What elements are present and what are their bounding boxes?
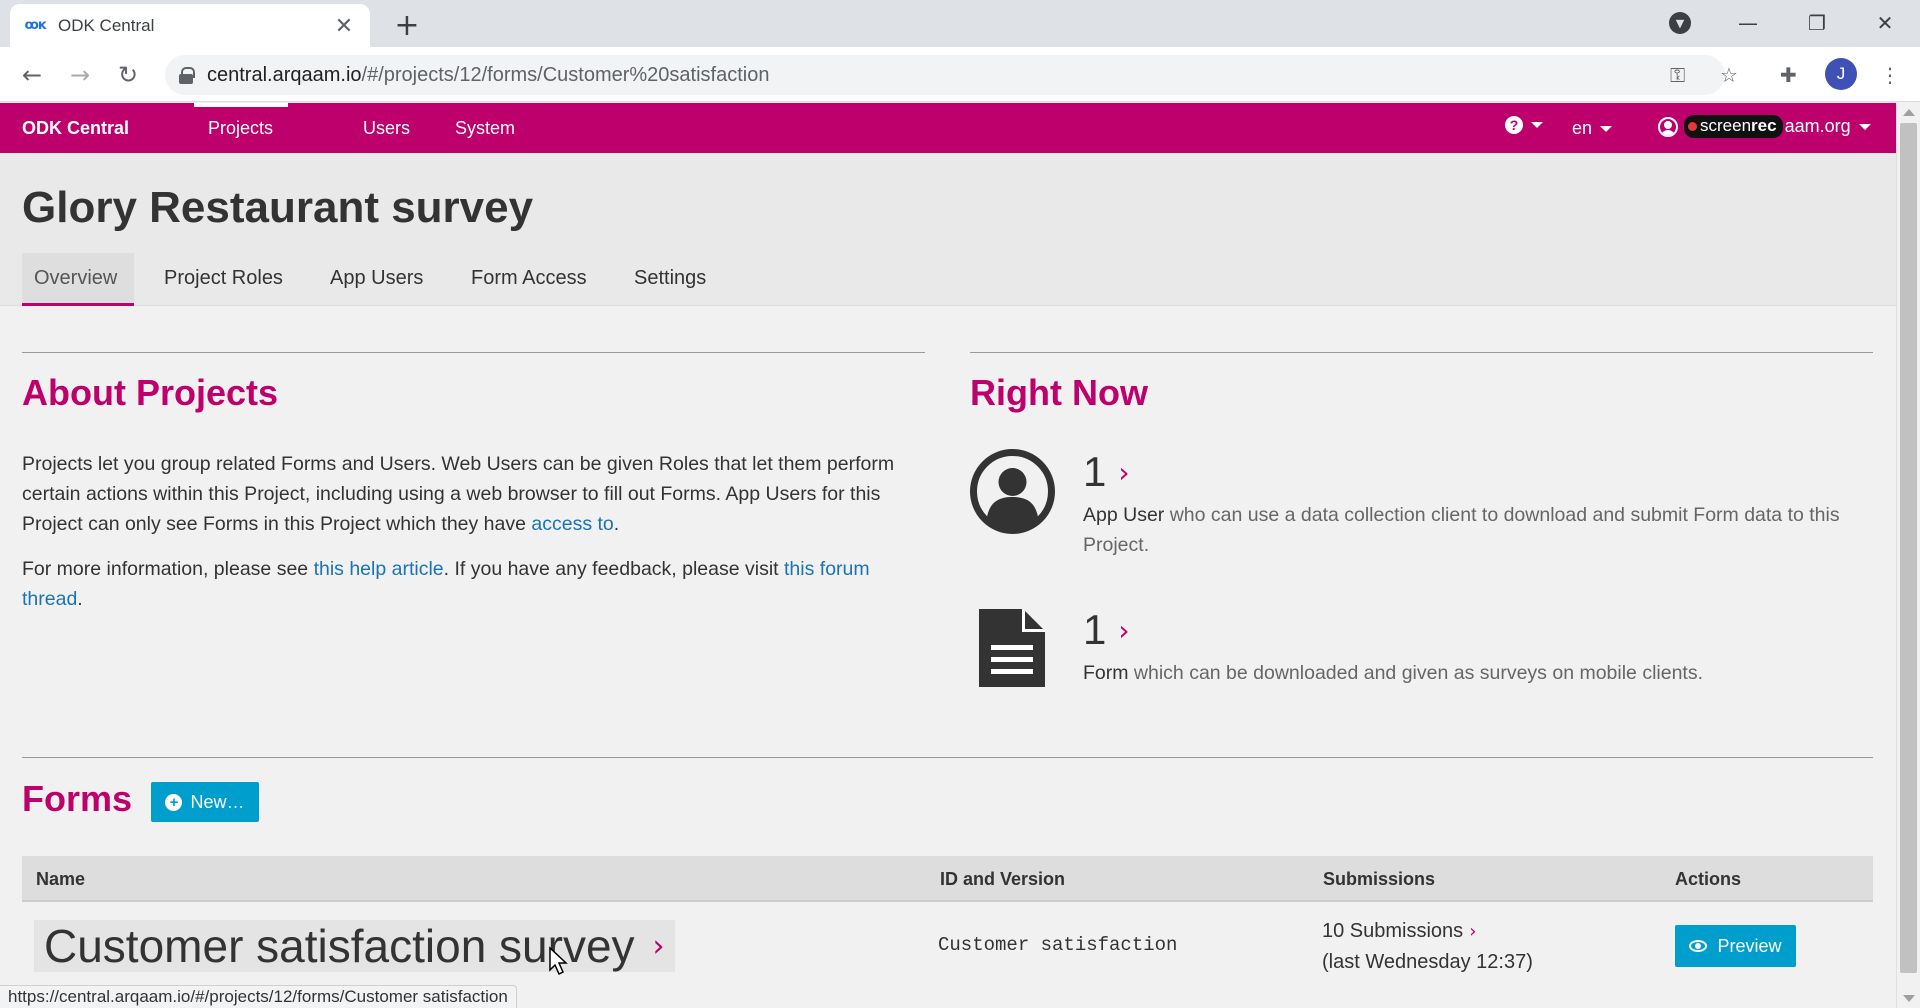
forward-arrow-icon[interactable]: → (62, 57, 98, 93)
close-window-button[interactable]: ✕ (1868, 6, 1902, 40)
about-paragraph-2: For more information, please see this he… (22, 558, 870, 610)
app-user-count[interactable]: 1 › (1083, 448, 1130, 496)
form-description: Form which can be downloaded and given a… (1083, 662, 1704, 684)
caret-down-icon (1858, 123, 1871, 130)
column-name: Name (36, 869, 86, 889)
scroll-thumb[interactable] (1900, 123, 1917, 973)
user-circle-icon (970, 449, 1055, 534)
page-title: Glory Restaurant survey (22, 183, 534, 232)
language-dropdown[interactable]: en (1572, 118, 1613, 139)
form-id: Customer satisfaction (938, 934, 1178, 956)
forms-table-header: Name ID and Version Submissions Actions (22, 856, 1873, 902)
tab-title: ODK Central (58, 15, 155, 35)
help-dropdown[interactable]: ? (1505, 116, 1543, 134)
column-actions: Actions (1675, 869, 1742, 889)
profile-avatar[interactable]: J (1825, 58, 1857, 90)
column-id-version: ID and Version (940, 869, 1066, 889)
brand-link[interactable]: ODK Central (22, 118, 129, 139)
active-nav-indicator (194, 103, 288, 107)
browser-tabstrip: ꝏĸ ODK Central ✕ + ▼ — ❐ ✕ (0, 0, 1920, 47)
restore-button[interactable]: ❐ (1800, 6, 1834, 40)
user-circle-icon (1658, 116, 1678, 137)
divider (22, 352, 925, 353)
caret-down-icon (1531, 122, 1543, 128)
plus-circle-icon: + (165, 793, 183, 811)
reload-icon[interactable]: ↻ (110, 57, 146, 93)
chevron-right-icon: › (1118, 455, 1130, 489)
tab-app-users[interactable]: App Users (330, 267, 423, 290)
chevron-right-icon: › (1469, 921, 1477, 942)
column-submissions: Submissions (1323, 869, 1436, 889)
tab-close-icon[interactable]: ✕ (332, 13, 356, 39)
eye-icon (1689, 940, 1708, 952)
chevron-right-icon: › (1118, 613, 1130, 647)
about-paragraph-1: Projects let you group related Forms and… (22, 453, 895, 535)
forms-title: Forms (22, 778, 133, 819)
form-submissions: 10 Submissions › (last Wednesday 12:37) (1322, 916, 1533, 977)
form-count[interactable]: 1 › (1083, 606, 1130, 654)
screenrec-watermark: screen rec (1684, 115, 1783, 138)
caret-down-icon (1600, 125, 1613, 132)
form-name-link[interactable]: Customer satisfaction survey › (34, 920, 675, 972)
tab-settings[interactable]: Settings (634, 267, 706, 290)
tab-project-roles[interactable]: Project Roles (164, 267, 283, 290)
mouse-cursor-icon (549, 946, 568, 976)
odk-favicon-icon: ꝏĸ (24, 18, 46, 33)
submissions-link[interactable]: 10 Submissions › (1322, 916, 1533, 947)
status-url-bubble: https://central.arqaam.io/#/projects/12/… (0, 985, 517, 1008)
divider (970, 352, 1873, 353)
tab-overview[interactable]: Overview (34, 267, 117, 290)
last-submission: (last Wednesday 12:37) (1322, 951, 1533, 973)
lock-icon (179, 67, 195, 84)
help-article-link[interactable]: this help article (314, 558, 444, 580)
url-text: central.arqaam.io/#/projects/12/forms/Cu… (207, 63, 770, 86)
user-dropdown[interactable]: screen rec aam.org (1658, 115, 1871, 138)
user-email: aam.org (1784, 116, 1851, 136)
access-to-link[interactable]: access to (531, 513, 613, 535)
key-icon[interactable]: ⚿ (1670, 55, 1685, 95)
browser-tab[interactable]: ꝏĸ ODK Central ✕ (10, 4, 370, 47)
back-arrow-icon[interactable]: ← (14, 57, 50, 93)
browser-menu-icon[interactable]: ⋮ (1880, 55, 1900, 95)
scroll-down-icon[interactable] (1903, 995, 1915, 1002)
tab-form-access[interactable]: Form Access (471, 267, 587, 290)
nav-users[interactable]: Users (363, 118, 410, 139)
browser-toolbar: ← → ↻ central.arqaam.io/#/projects/12/fo… (0, 47, 1920, 102)
bookmark-star-icon[interactable]: ☆ (1720, 55, 1738, 95)
preview-button[interactable]: Preview (1675, 925, 1796, 967)
about-projects-title: About Projects (22, 372, 279, 413)
project-header: Glory Restaurant survey Overview Project… (0, 153, 1896, 306)
language-label: en (1572, 118, 1593, 138)
address-bar[interactable]: central.arqaam.io/#/projects/12/forms/Cu… (165, 55, 1725, 95)
page-scrollbar[interactable] (1896, 103, 1920, 1008)
right-now-title: Right Now (970, 372, 1148, 413)
tab-search-button[interactable]: ▼ (1663, 6, 1697, 40)
nav-projects[interactable]: Projects (208, 118, 273, 139)
chevron-down-icon: ▼ (1669, 12, 1691, 34)
divider (22, 757, 1873, 758)
extensions-puzzle-icon[interactable]: ✚ (1780, 55, 1797, 95)
scroll-up-icon[interactable] (1903, 109, 1915, 116)
new-form-button[interactable]: + New… (151, 782, 259, 822)
nav-system[interactable]: System (455, 118, 515, 139)
file-document-icon (979, 609, 1045, 687)
minimize-button[interactable]: — (1731, 6, 1765, 40)
question-icon: ? (1505, 116, 1523, 134)
chevron-right-icon: › (652, 928, 665, 964)
new-tab-button[interactable]: + (392, 8, 422, 43)
odk-navbar: ODK Central Projects Users System ? en s… (0, 103, 1896, 153)
active-tab-underline (22, 303, 134, 306)
app-user-description: App User who can use a data collection c… (1083, 504, 1840, 556)
